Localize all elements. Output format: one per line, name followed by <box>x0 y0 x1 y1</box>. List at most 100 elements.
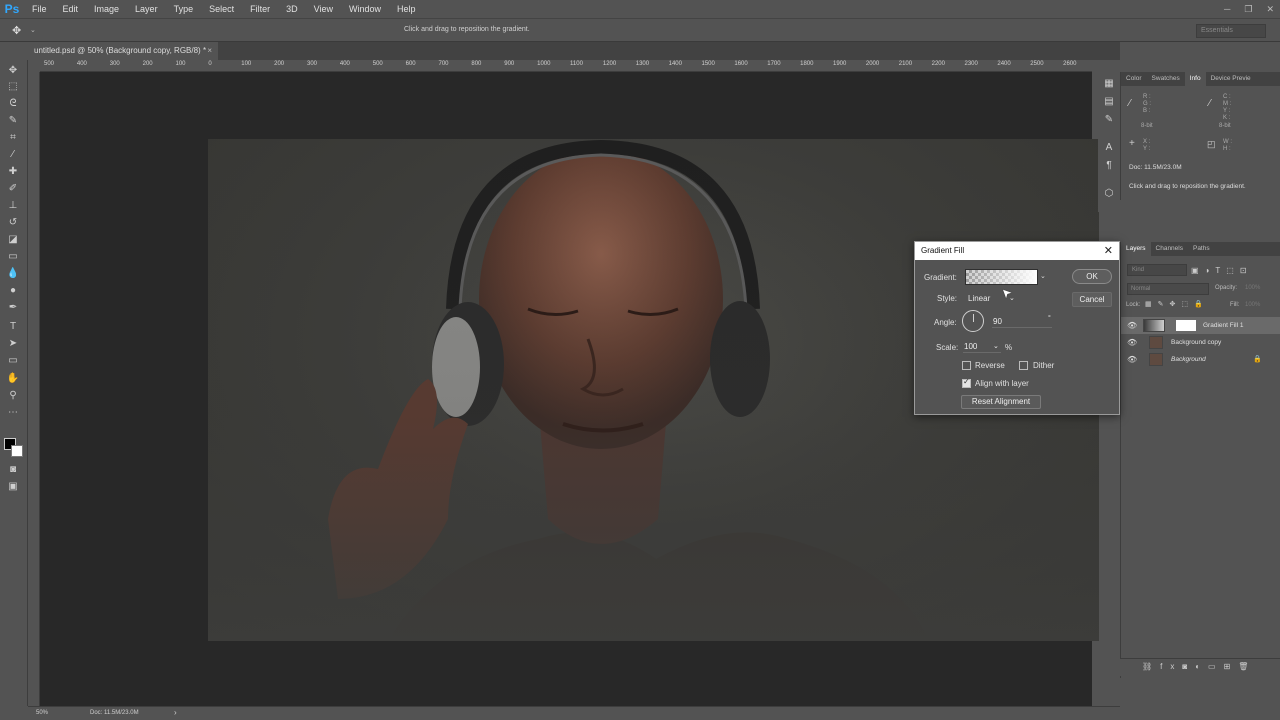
healing-icon[interactable]: ✚ <box>5 165 21 179</box>
screen-mode-icon[interactable]: ▣ <box>5 480 21 494</box>
menu-image[interactable]: Image <box>86 0 127 18</box>
menu-view[interactable]: View <box>306 0 341 18</box>
tab-info[interactable]: Info <box>1184 72 1206 86</box>
quick-select-icon[interactable]: ✎ <box>5 114 21 128</box>
menu-select[interactable]: Select <box>201 0 242 18</box>
align-with-layer-checkbox[interactable] <box>962 377 971 388</box>
type-icon[interactable]: T <box>5 320 21 334</box>
tab-channels[interactable]: Channels <box>1151 242 1188 256</box>
close-window-icon[interactable]: ✕ <box>1266 4 1274 15</box>
restore-icon[interactable]: ❐ <box>1244 4 1252 15</box>
cancel-button[interactable]: Cancel <box>1072 292 1112 307</box>
layer-row-gradient-fill[interactable]: 👁 Gradient Fill 1 <box>1121 317 1280 334</box>
scale-chevron-icon[interactable]: ⌄ <box>993 341 999 353</box>
menu-filter[interactable]: Filter <box>242 0 278 18</box>
angle-dial-indicator <box>973 314 974 322</box>
info-doc-size: Doc: 11.5M/23.0M <box>1129 164 1182 171</box>
stamp-icon[interactable]: ⊥ <box>5 199 21 213</box>
hand-icon[interactable]: ✋ <box>5 372 21 386</box>
menu-file[interactable]: File <box>24 0 55 18</box>
menu-edit[interactable]: Edit <box>55 0 87 18</box>
layer-mask-thumbnail[interactable] <box>1176 320 1196 331</box>
reset-alignment-button[interactable]: Reset Alignment <box>961 395 1041 409</box>
close-tab-icon[interactable]: × <box>207 42 212 60</box>
quick-mask-icon[interactable]: ◙ <box>5 463 21 477</box>
fill-value[interactable]: 100% <box>1245 302 1260 308</box>
tab-color[interactable]: Color <box>1121 72 1147 86</box>
document-tab[interactable]: untitled.psd @ 50% (Background copy, RGB… <box>28 42 218 60</box>
crop-icon[interactable]: ⌗ <box>5 131 21 145</box>
scale-input[interactable]: 100 ⌄ <box>963 341 1001 353</box>
layer-name: Gradient Fill 1 <box>1203 322 1244 329</box>
eraser-icon[interactable]: ◪ <box>5 233 21 247</box>
brush-icon[interactable]: ✐ <box>5 182 21 196</box>
lasso-icon[interactable]: ᘓ <box>5 97 21 111</box>
move-tool-icon[interactable]: ✥ <box>12 24 21 37</box>
wh-readout: W : H : <box>1223 139 1232 152</box>
ruler-tick-label: 400 <box>339 61 350 67</box>
paragraph-panel-icon[interactable]: ¶ <box>1102 160 1116 174</box>
background-color-swatch[interactable] <box>11 445 23 457</box>
gradient-icon[interactable]: ▭ <box>5 250 21 264</box>
menu-layer[interactable]: Layer <box>127 0 166 18</box>
menu-window[interactable]: Window <box>341 0 389 18</box>
visibility-eye-icon[interactable]: 👁 <box>1127 334 1137 351</box>
ruler-tick-label: 600 <box>405 61 416 67</box>
history-panel-icon[interactable]: ▤ <box>1102 96 1116 110</box>
gradient-swatch[interactable] <box>965 269 1038 285</box>
eyedropper-icon[interactable]: ⁄ <box>5 148 21 162</box>
brush-panel-icon[interactable]: ✎ <box>1102 114 1116 128</box>
layer-filter-icons[interactable]: ▣◑T⬚⊡ <box>1191 266 1253 275</box>
menu-3d[interactable]: 3D <box>278 0 306 18</box>
ok-button[interactable]: OK <box>1072 269 1112 284</box>
workspace-select[interactable]: Essentials <box>1196 24 1266 38</box>
character-panel-icon[interactable]: A <box>1102 142 1116 156</box>
marquee-icon[interactable]: ⬚ <box>5 80 21 94</box>
dodge-icon[interactable]: ● <box>5 284 21 298</box>
ruler-tick-label: 700 <box>438 61 449 67</box>
angle-label: Angle: <box>934 318 957 327</box>
tab-paths[interactable]: Paths <box>1188 242 1215 256</box>
info-panel-icon[interactable]: ▦ <box>1102 78 1116 92</box>
ruler-tick-label: 100 <box>175 61 186 67</box>
minimize-icon[interactable]: ─ <box>1224 4 1230 14</box>
history-brush-icon[interactable]: ↺ <box>5 216 21 230</box>
path-select-icon[interactable]: ➤ <box>5 337 21 351</box>
layer-row-background-copy[interactable]: 👁 Background copy <box>1121 334 1280 351</box>
shape-icon[interactable]: ▭ <box>5 354 21 368</box>
blend-mode-select[interactable]: Normal <box>1127 283 1209 295</box>
blur-icon[interactable]: 💧 <box>5 267 21 281</box>
reverse-checkbox[interactable] <box>962 361 971 370</box>
layer-row-background[interactable]: 👁 Background 🔒 <box>1121 351 1280 368</box>
dither-checkbox[interactable] <box>1019 361 1028 370</box>
selection-size-icon: ◰ <box>1207 139 1216 149</box>
dialog-close-icon[interactable]: ✕ <box>1104 244 1113 257</box>
eyedropper-right-icon: ⁄ <box>1209 98 1211 109</box>
ruler-tick-label: 1100 <box>570 61 583 67</box>
layer-actions-icons[interactable]: ⛓fx◙◐▭⊞🗑 <box>1142 662 1256 671</box>
pen-icon[interactable]: ✒ <box>5 301 21 315</box>
layer-filter-input[interactable]: Kind <box>1127 264 1187 276</box>
ruler-tick-label: 1700 <box>767 61 781 67</box>
visibility-eye-icon[interactable]: 👁 <box>1127 351 1137 368</box>
more-tools-icon[interactable]: ⋯ <box>5 406 21 420</box>
angle-input[interactable]: 90 ° <box>992 315 1052 328</box>
zoom-level[interactable]: 50% <box>36 710 48 716</box>
tool-preset-chevron-icon[interactable]: ⌄ <box>30 26 36 34</box>
dialog-title: Gradient Fill <box>921 246 965 255</box>
zoom-icon[interactable]: ⚲ <box>5 389 21 403</box>
status-menu-chevron-icon[interactable]: › <box>174 708 177 717</box>
tab-layers[interactable]: Layers <box>1121 242 1151 256</box>
tab-swatches[interactable]: Swatches <box>1147 72 1185 86</box>
lock-icons[interactable]: ▦✎✥⬚🔒 <box>1145 300 1209 308</box>
angle-dial[interactable] <box>962 310 984 332</box>
3d-panel-icon[interactable]: ⬡ <box>1102 188 1116 202</box>
gradient-dropdown-chevron-icon[interactable]: ⌄ <box>1040 272 1046 280</box>
tab-device-preview[interactable]: Device Previe <box>1206 72 1256 86</box>
menu-type[interactable]: Type <box>166 0 202 18</box>
move-icon[interactable]: ✥ <box>5 64 21 78</box>
menu-help[interactable]: Help <box>389 0 424 18</box>
visibility-eye-icon[interactable]: 👁 <box>1127 317 1137 334</box>
opacity-value[interactable]: 100% <box>1245 285 1260 291</box>
dialog-titlebar[interactable]: Gradient Fill ✕ <box>915 242 1119 260</box>
